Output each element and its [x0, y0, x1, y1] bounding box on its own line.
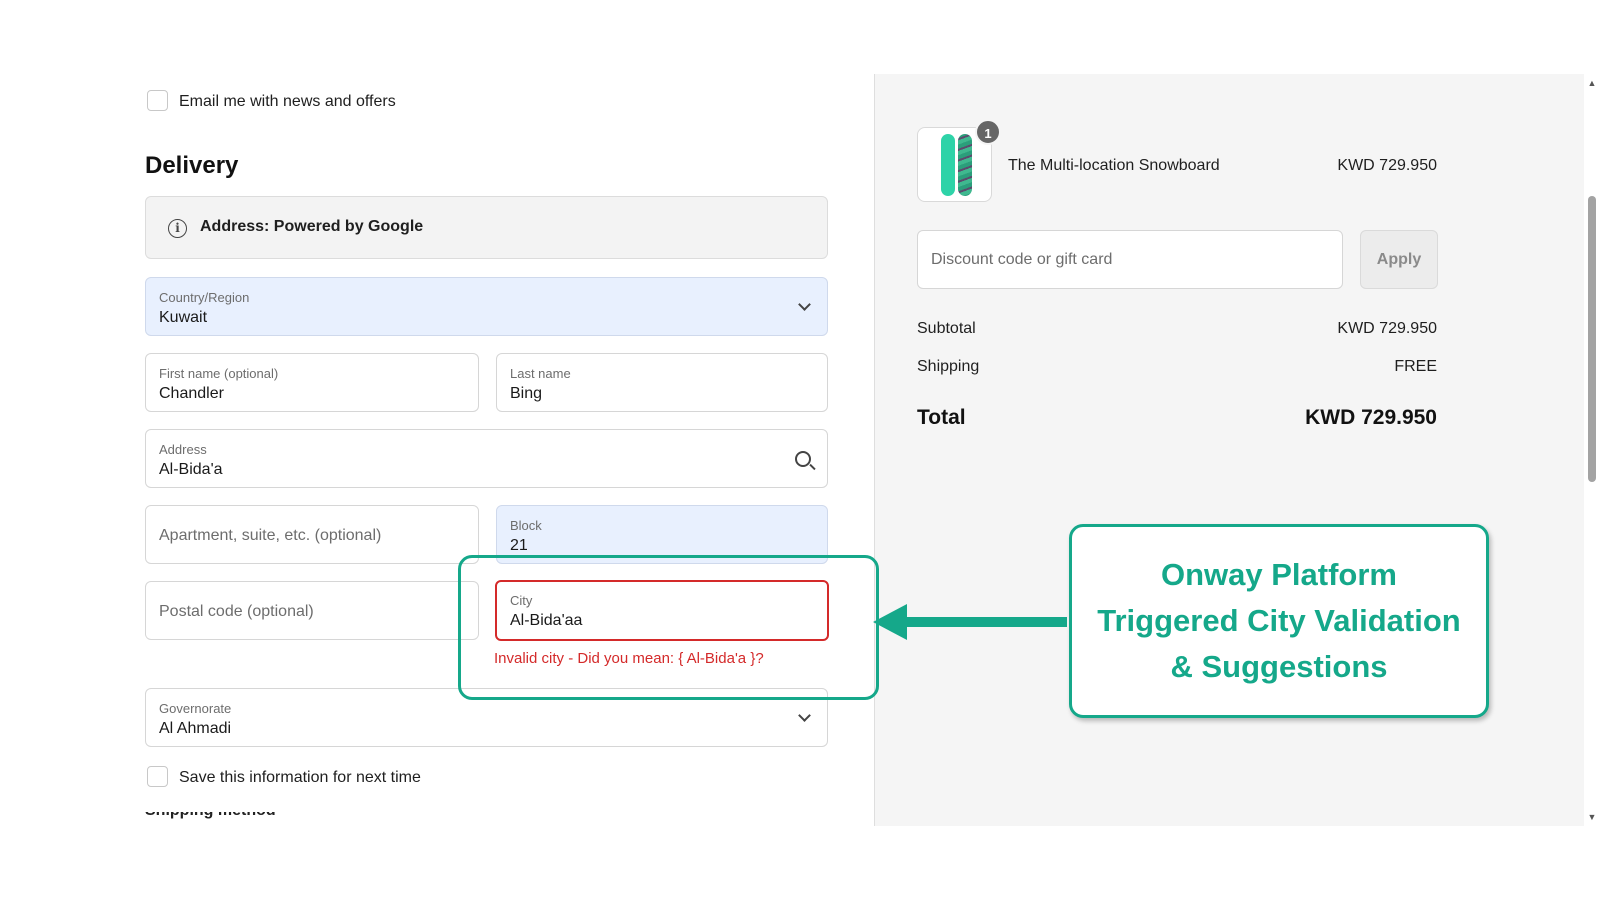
governorate-value: Al Ahmadi: [159, 720, 232, 737]
info-icon: i: [168, 219, 187, 238]
viewport-bottom: [0, 826, 1600, 900]
email-offers-label: Email me with news and offers: [179, 93, 396, 110]
total-label: Total: [917, 406, 966, 429]
block-label: Block: [510, 518, 542, 533]
apply-button[interactable]: Apply: [1360, 230, 1438, 289]
chevron-down-icon: [798, 709, 811, 722]
annotation-line: Onway Platform: [1161, 557, 1397, 592]
discount-placeholder: Discount code or gift card: [931, 251, 1113, 268]
quantity-badge: 1: [975, 119, 1001, 145]
block-value: 21: [510, 537, 528, 554]
total-value: KWD 729.950: [1305, 406, 1437, 429]
address-label: Address: [159, 442, 207, 457]
address-value: Al-Bida'a: [159, 461, 223, 478]
first-name-label: First name (optional): [159, 366, 279, 381]
product-name: The Multi-location Snowboard: [1008, 157, 1220, 174]
scrollbar-thumb[interactable]: [1588, 196, 1596, 482]
email-offers-checkbox[interactable]: [147, 90, 168, 111]
last-name-value: Bing: [510, 385, 543, 402]
save-info-checkbox[interactable]: [147, 766, 168, 787]
search-icon[interactable]: [795, 451, 811, 467]
address-notice: i Address: Powered by Google: [145, 196, 828, 259]
product-price: KWD 729.950: [1337, 157, 1437, 174]
country-value: Kuwait: [159, 309, 208, 326]
annotation-arrow: [903, 617, 1067, 627]
annotation-line: & Suggestions: [1170, 649, 1388, 684]
delivery-title: Delivery: [145, 152, 239, 179]
city-validation-highlight: [458, 555, 879, 700]
governorate-label: Governorate: [159, 701, 232, 716]
chevron-down-icon: [798, 298, 811, 311]
snowboard-image: [958, 134, 972, 196]
address-field[interactable]: Address Al-Bida'a: [145, 429, 828, 488]
postal-code-field[interactable]: Postal code (optional): [145, 581, 479, 640]
last-name-label: Last name: [510, 366, 571, 381]
scroll-up-icon[interactable]: ▲: [1587, 78, 1597, 88]
country-label: Country/Region: [159, 290, 250, 305]
country-select[interactable]: Country/Region Kuwait: [145, 277, 828, 336]
address-notice-text: Address: Powered by Google: [200, 218, 424, 235]
scroll-down-icon[interactable]: ▼: [1587, 812, 1597, 822]
snowboard-image: [941, 134, 955, 196]
subtotal-label: Subtotal: [917, 320, 976, 337]
annotation-callout: Onway Platform Triggered City Validation…: [1069, 524, 1489, 718]
annotation-line: Triggered City Validation: [1097, 603, 1461, 638]
subtotal-value: KWD 729.950: [1337, 320, 1437, 337]
first-name-value: Chandler: [159, 385, 224, 402]
discount-input[interactable]: Discount code or gift card: [917, 230, 1343, 289]
apartment-field[interactable]: Apartment, suite, etc. (optional): [145, 505, 479, 564]
apartment-placeholder: Apartment, suite, etc. (optional): [159, 527, 382, 544]
postal-code-placeholder: Postal code (optional): [159, 603, 314, 620]
last-name-field[interactable]: Last name Bing: [496, 353, 828, 412]
shipping-value: FREE: [1394, 358, 1437, 375]
shipping-method-heading: Shipping method: [145, 812, 305, 826]
save-info-label: Save this information for next time: [179, 769, 421, 786]
shipping-label: Shipping: [917, 358, 980, 375]
shipping-method-heading-text: Shipping method: [145, 812, 305, 820]
arrow-left-icon: [873, 604, 907, 640]
scrollbar[interactable]: ▲ ▼: [1584, 74, 1600, 826]
first-name-field[interactable]: First name (optional) Chandler: [145, 353, 479, 412]
